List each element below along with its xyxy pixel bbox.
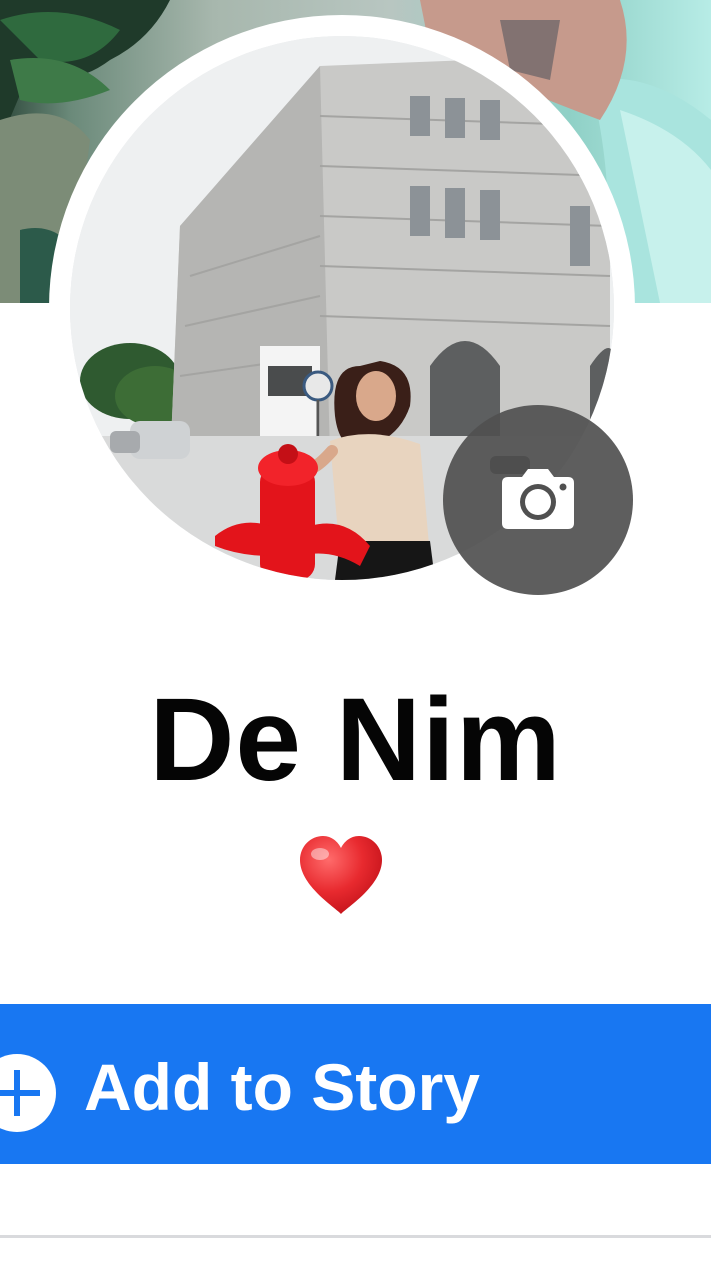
change-photo-button[interactable]	[443, 405, 633, 595]
plus-circle-icon	[0, 1054, 56, 1132]
profile-page: De Nim Add to Story	[0, 0, 711, 1280]
profile-name: De Nim	[149, 674, 562, 806]
add-to-story-button[interactable]: Add to Story	[0, 1004, 711, 1164]
camera-icon	[500, 465, 576, 536]
bio-heart-icon	[296, 832, 386, 922]
section-divider	[0, 1235, 711, 1238]
add-to-story-label: Add to Story	[84, 1050, 480, 1124]
